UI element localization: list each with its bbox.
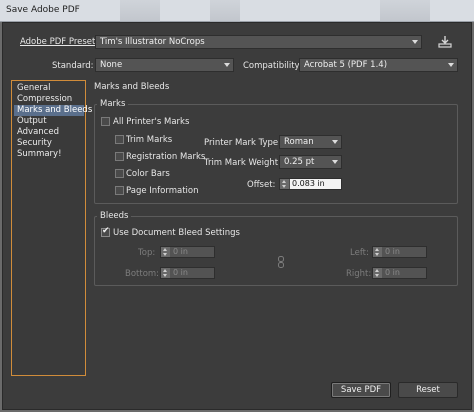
bleed-top-label: Top: <box>138 248 156 258</box>
marks-group-label: Marks <box>97 99 129 109</box>
link-chain-icon[interactable] <box>276 256 286 268</box>
use-document-bleed-label: Use Document Bleed Settings <box>113 228 240 238</box>
registration-marks-checkbox[interactable] <box>115 152 124 161</box>
bleed-bottom-value: 0 in <box>173 268 188 277</box>
all-printers-marks-label: All Printer's Marks <box>113 117 190 127</box>
trim-mark-weight-value: 0.25 pt <box>284 157 315 167</box>
sidebar-item-output[interactable]: Output <box>14 116 84 127</box>
stepper-arrows-icon[interactable] <box>373 268 382 278</box>
sidebar-item-summary[interactable]: Summary! <box>14 149 84 160</box>
standard-dropdown[interactable]: None <box>95 58 234 72</box>
sidebar-item-marks-and-bleeds[interactable]: Marks and Bleeds <box>14 105 92 116</box>
printer-mark-type-value: Roman <box>284 137 314 147</box>
trim-marks-label: Trim Marks <box>126 135 173 145</box>
title-bar: Save Adobe PDF <box>0 0 474 22</box>
bleed-bottom-label: Bottom: <box>125 269 160 279</box>
compatibility-label: Compatibility: <box>243 61 302 71</box>
offset-label: Offset: <box>247 180 276 190</box>
bleed-right-label: Right: <box>346 269 372 279</box>
title-bar-decoration <box>120 0 160 22</box>
bleed-right-stepper[interactable]: 0 in <box>372 267 427 279</box>
chevron-down-icon <box>448 63 454 67</box>
all-printers-marks-checkbox[interactable] <box>101 117 110 126</box>
bleed-left-value: 0 in <box>385 247 400 256</box>
chevron-down-icon <box>412 40 418 44</box>
printer-mark-type-label: Printer Mark Type: <box>204 138 282 148</box>
preset-value: Tim's Illustrator NoCrops <box>100 37 205 47</box>
stepper-arrows-icon[interactable] <box>373 247 382 257</box>
reset-button[interactable]: Reset <box>398 382 458 398</box>
preset-label: Adobe PDF Preset: <box>20 37 99 47</box>
chevron-down-icon <box>332 160 338 164</box>
bleed-top-stepper[interactable]: 0 in <box>160 246 215 258</box>
trim-mark-weight-dropdown[interactable]: 0.25 pt <box>279 155 342 169</box>
window-title: Save Adobe PDF <box>6 5 80 15</box>
title-bar-decoration <box>210 0 240 22</box>
save-preset-icon[interactable] <box>437 35 453 49</box>
save-pdf-button[interactable]: Save PDF <box>331 382 391 398</box>
chevron-down-icon <box>332 140 338 144</box>
title-bar-decoration <box>380 0 430 22</box>
color-bars-checkbox[interactable] <box>115 169 124 178</box>
compatibility-dropdown[interactable]: Acrobat 5 (PDF 1.4) <box>299 58 458 72</box>
sidebar-item-compression[interactable]: Compression <box>14 94 84 105</box>
use-document-bleed-checkbox[interactable] <box>101 226 110 237</box>
stepper-arrows-icon[interactable] <box>161 268 170 278</box>
stepper-arrows-icon[interactable] <box>280 179 289 189</box>
page-information-label: Page Information <box>126 186 199 196</box>
preset-dropdown[interactable]: Tim's Illustrator NoCrops <box>95 35 422 49</box>
chevron-down-icon <box>224 63 230 67</box>
standard-label: Standard: <box>52 61 94 71</box>
page-information-checkbox[interactable] <box>115 186 124 195</box>
bleed-top-value: 0 in <box>173 247 188 256</box>
section-title: Marks and Bleeds <box>94 82 170 92</box>
bleed-left-label: Left: <box>350 248 369 258</box>
sidebar-item-security[interactable]: Security <box>14 138 84 149</box>
printer-mark-type-dropdown[interactable]: Roman <box>279 135 342 149</box>
stepper-arrows-icon[interactable] <box>161 247 170 257</box>
bleed-right-value: 0 in <box>385 268 400 277</box>
registration-marks-label: Registration Marks <box>126 152 206 162</box>
bleeds-group-label: Bleeds <box>97 211 132 221</box>
standard-value: None <box>100 60 123 70</box>
sidebar-item-advanced[interactable]: Advanced <box>14 127 84 138</box>
color-bars-label: Color Bars <box>126 169 170 179</box>
trim-mark-weight-label: Trim Mark Weight: <box>204 158 281 168</box>
offset-value: 0.083 in <box>290 179 341 189</box>
sidebar-item-general[interactable]: General <box>14 83 84 94</box>
category-list[interactable]: General Compression Marks and Bleeds Out… <box>11 80 92 376</box>
bleed-left-stepper[interactable]: 0 in <box>372 246 427 258</box>
compatibility-value: Acrobat 5 (PDF 1.4) <box>304 60 388 70</box>
trim-marks-checkbox[interactable] <box>115 135 124 144</box>
offset-stepper[interactable]: 0.083 in <box>279 178 342 190</box>
bleed-bottom-stepper[interactable]: 0 in <box>160 267 215 279</box>
